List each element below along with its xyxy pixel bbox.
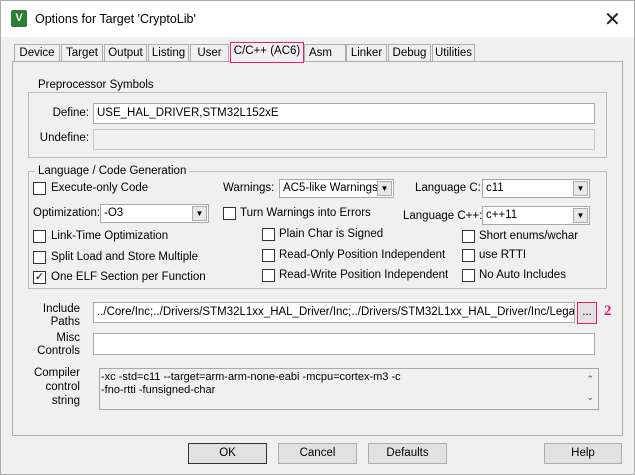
no-auto-includes-checkbox[interactable]	[462, 269, 475, 282]
tab-user[interactable]: User	[190, 44, 229, 62]
warnings-label: Warnings:	[223, 182, 275, 194]
close-icon[interactable]: ✕	[604, 7, 621, 32]
tab-debug[interactable]: Debug	[388, 44, 431, 62]
chevron-down-icon[interactable]: ▼	[573, 208, 588, 223]
undefine-label: Undefine:	[39, 132, 89, 144]
tab-cc-ac6[interactable]: C/C++ (AC6)	[230, 42, 304, 63]
ro-pi-label: Read-Only Position Independent	[279, 249, 446, 261]
compiler-control-string: -xc -std=c11 --target=arm-arm-none-eabi …	[99, 368, 599, 410]
language-c-label: Language C:	[415, 182, 481, 194]
tab-utilities[interactable]: Utilities	[432, 44, 475, 62]
tab-listing[interactable]: Listing	[148, 44, 189, 62]
warnings-value: AC5-like Warnings	[283, 182, 378, 194]
compiler-line-2: -fno-rtti -funsigned-char	[101, 384, 216, 396]
preprocessor-title: Preprocessor Symbols	[35, 79, 157, 91]
one-elf-checkbox[interactable]: ✓	[33, 271, 46, 284]
turn-warnings-checkbox[interactable]	[223, 207, 236, 220]
language-cpp-label: Language C++:	[403, 210, 483, 222]
tab-output[interactable]: Output	[104, 44, 147, 62]
tab-device[interactable]: Device	[14, 44, 60, 62]
link-time-label: Link-Time Optimization	[51, 230, 169, 242]
short-enums-checkbox[interactable]	[462, 230, 475, 243]
language-cpp-value: c++11	[486, 209, 518, 221]
misc-controls-input[interactable]	[93, 333, 595, 355]
warnings-select[interactable]: AC5-like Warnings ▼	[279, 179, 394, 198]
define-label: Define:	[52, 107, 89, 119]
rw-pi-checkbox[interactable]	[262, 269, 275, 282]
link-time-checkbox[interactable]	[33, 230, 46, 243]
use-rtti-checkbox[interactable]	[462, 249, 475, 262]
optimization-value: -O3	[104, 207, 124, 219]
undefine-input[interactable]	[93, 129, 595, 150]
execute-only-checkbox[interactable]	[33, 182, 46, 195]
turn-warnings-label: Turn Warnings into Errors	[240, 207, 371, 219]
keil-uvision-icon: V	[11, 10, 27, 27]
include-browse-button[interactable]: ...	[577, 302, 597, 324]
include-paths-input[interactable]: ../Core/Inc;../Drivers/STM32L1xx_HAL_Dri…	[93, 302, 575, 323]
ro-pi-checkbox[interactable]	[262, 249, 275, 262]
language-cpp-select[interactable]: c++11 ▼	[482, 206, 590, 225]
compiler-label-3: string	[51, 395, 80, 407]
defaults-button[interactable]: Defaults	[368, 443, 447, 464]
execute-only-label: Execute-only Code	[51, 182, 149, 194]
short-enums-label: Short enums/wchar	[479, 230, 579, 242]
language-c-select[interactable]: c11 ▼	[482, 179, 590, 198]
use-rtti-label: use RTTI	[479, 249, 527, 261]
scroll-down-icon[interactable]: ⌄	[586, 391, 594, 404]
plain-char-checkbox[interactable]	[262, 228, 275, 241]
one-elf-label: One ELF Section per Function	[51, 271, 206, 283]
ok-button[interactable]: OK	[188, 443, 267, 464]
misc-label-2: Controls	[37, 345, 80, 357]
compiler-label: Compiler	[33, 367, 80, 379]
chevron-down-icon[interactable]: ▼	[192, 206, 207, 221]
rw-pi-label: Read-Write Position Independent	[279, 269, 449, 281]
compiler-line-1: -xc -std=c11 --target=arm-arm-none-eabi …	[101, 371, 401, 383]
misc-label: Misc	[56, 332, 80, 344]
cancel-button[interactable]: Cancel	[278, 443, 357, 464]
language-title: Language / Code Generation	[35, 165, 190, 177]
title-bar: V Options for Target 'CryptoLib' ✕	[1, 1, 634, 37]
no-auto-includes-label: No Auto Includes	[479, 269, 566, 281]
split-load-checkbox[interactable]	[33, 251, 46, 264]
window-title: Options for Target 'CryptoLib'	[35, 12, 196, 26]
help-button[interactable]: Help	[544, 443, 622, 464]
define-input[interactable]: USE_HAL_DRIVER,STM32L152xE	[93, 103, 595, 124]
tab-asm[interactable]: Asm	[304, 44, 346, 62]
tab-target[interactable]: Target	[61, 44, 103, 62]
language-c-value: c11	[486, 182, 504, 194]
chevron-down-icon[interactable]: ▼	[377, 181, 392, 196]
annotation-2: 2	[604, 303, 612, 319]
chevron-down-icon[interactable]: ▼	[573, 181, 588, 196]
split-load-label: Split Load and Store Multiple	[51, 251, 199, 263]
tab-linker[interactable]: Linker	[346, 44, 387, 62]
scroll-up-icon[interactable]: ⌃	[586, 373, 594, 386]
optimization-select[interactable]: -O3 ▼	[100, 204, 209, 223]
optimization-label: Optimization:	[33, 207, 101, 219]
compiler-label-2: control	[45, 381, 80, 393]
include-label-2: Paths	[50, 316, 80, 328]
include-label: Include	[42, 303, 80, 315]
plain-char-label: Plain Char is Signed	[279, 228, 384, 240]
options-dialog: V Options for Target 'CryptoLib' ✕ Devic…	[0, 0, 635, 475]
